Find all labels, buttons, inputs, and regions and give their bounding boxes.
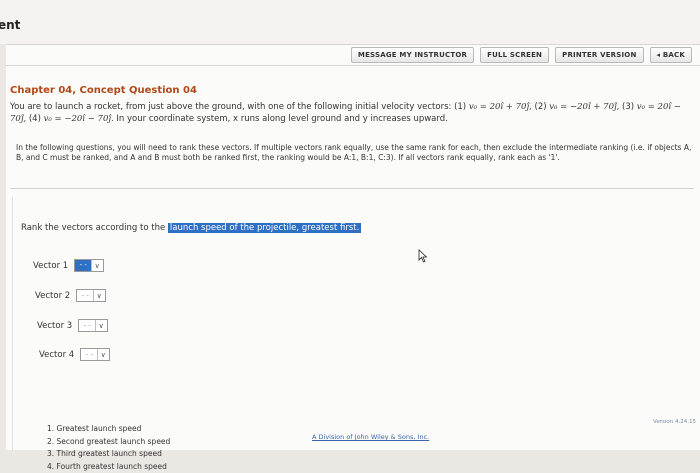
vector-symbol: v₀ xyxy=(44,114,52,124)
vector-2-label: (2) xyxy=(535,102,547,112)
message-instructor-button[interactable]: MESSAGE MY INSTRUCTOR xyxy=(351,47,474,63)
question-text: You are to launch a rocket, from just ab… xyxy=(10,101,698,125)
vector-1-row: Vector 1 - - ∨ xyxy=(33,259,104,272)
chevron-down-icon: ∨ xyxy=(93,290,104,301)
vector-2-label: Vector 2 xyxy=(35,291,70,301)
toolbar: MESSAGE MY INSTRUCTOR FULL SCREEN PRINTE… xyxy=(351,47,692,63)
page-title-fragment: ent xyxy=(0,18,20,32)
vector-4-label: (4) xyxy=(29,114,41,124)
mouse-cursor-icon xyxy=(418,249,428,263)
ranking-prompt: Rank the vectors according to the launch… xyxy=(21,223,361,233)
vector-1-rank-value: - - xyxy=(75,260,91,271)
assignment-panel: MESSAGE MY INSTRUCTOR FULL SCREEN PRINTE… xyxy=(6,44,700,450)
vector-1-label: Vector 1 xyxy=(33,261,68,271)
legend-item: 1. Greatest launch speed xyxy=(47,423,170,436)
ranking-instructions: In the following questions, you will nee… xyxy=(16,143,700,163)
ranking-criterion-highlight: launch speed of the projectile, greatest… xyxy=(168,223,361,233)
vector-3-row: Vector 3 - - ∨ xyxy=(37,319,108,332)
vector-4-expression: = −20î − 70ĵ. xyxy=(55,114,114,124)
legend-item: 3. Third greatest launch speed xyxy=(47,448,170,461)
vector-symbol: v₀ xyxy=(469,102,477,112)
vector-3-rank-value: - - xyxy=(79,322,95,330)
vector-1-rank-select[interactable]: - - ∨ xyxy=(74,259,104,272)
chevron-down-icon: ∨ xyxy=(95,320,106,331)
publisher-link[interactable]: A Division of John Wiley & Sons, Inc. xyxy=(312,433,429,441)
toolbar-divider xyxy=(6,65,700,66)
rank-legend: 1. Greatest launch speed 2. Second great… xyxy=(47,423,170,473)
legend-item: 2. Second greatest launch speed xyxy=(47,436,170,449)
coordinate-system-text: In your coordinate system, x runs along … xyxy=(116,114,447,124)
vector-3-rank-select[interactable]: - - ∨ xyxy=(78,319,108,332)
browser-top-strip: ent xyxy=(0,0,700,44)
chevron-down-icon: ∨ xyxy=(91,260,102,271)
back-button[interactable]: ◂ BACK xyxy=(650,47,692,63)
vector-2-expression: = −20î + 70ĵ, xyxy=(560,102,619,112)
vector-2-rank-select[interactable]: - - ∨ xyxy=(76,289,106,302)
vector-symbol: v₀ xyxy=(549,102,557,112)
vector-2-rank-value: - - xyxy=(77,292,93,300)
legend-item: 4. Fourth greatest launch speed xyxy=(47,461,170,473)
question-intro: You are to launch a rocket, from just ab… xyxy=(10,102,466,112)
ranking-prompt-text: Rank the vectors according to the xyxy=(21,223,165,233)
vector-3-label: Vector 3 xyxy=(37,321,72,331)
question-title: Chapter 04, Concept Question 04 xyxy=(10,85,197,96)
vector-3-label: (3) xyxy=(622,102,634,112)
vector-4-rank-value: - - xyxy=(81,351,97,359)
vector-4-row: Vector 4 - - ∨ xyxy=(39,348,110,361)
printer-version-button[interactable]: PRINTER VERSION xyxy=(555,47,643,63)
vector-4-label: Vector 4 xyxy=(39,350,74,360)
version-label: Version 4.24.15 xyxy=(653,419,696,425)
vector-2-row: Vector 2 - - ∨ xyxy=(35,289,106,302)
vector-4-rank-select[interactable]: - - ∨ xyxy=(80,348,110,361)
vector-symbol: v₀ xyxy=(637,102,645,112)
vector-1-expression: = 20î + 70ĵ, xyxy=(480,102,532,112)
chevron-down-icon: ∨ xyxy=(97,349,108,360)
section-divider xyxy=(10,188,694,189)
ranking-question: Rank the vectors according to the launch… xyxy=(12,197,700,450)
full-screen-button[interactable]: FULL SCREEN xyxy=(480,47,549,63)
